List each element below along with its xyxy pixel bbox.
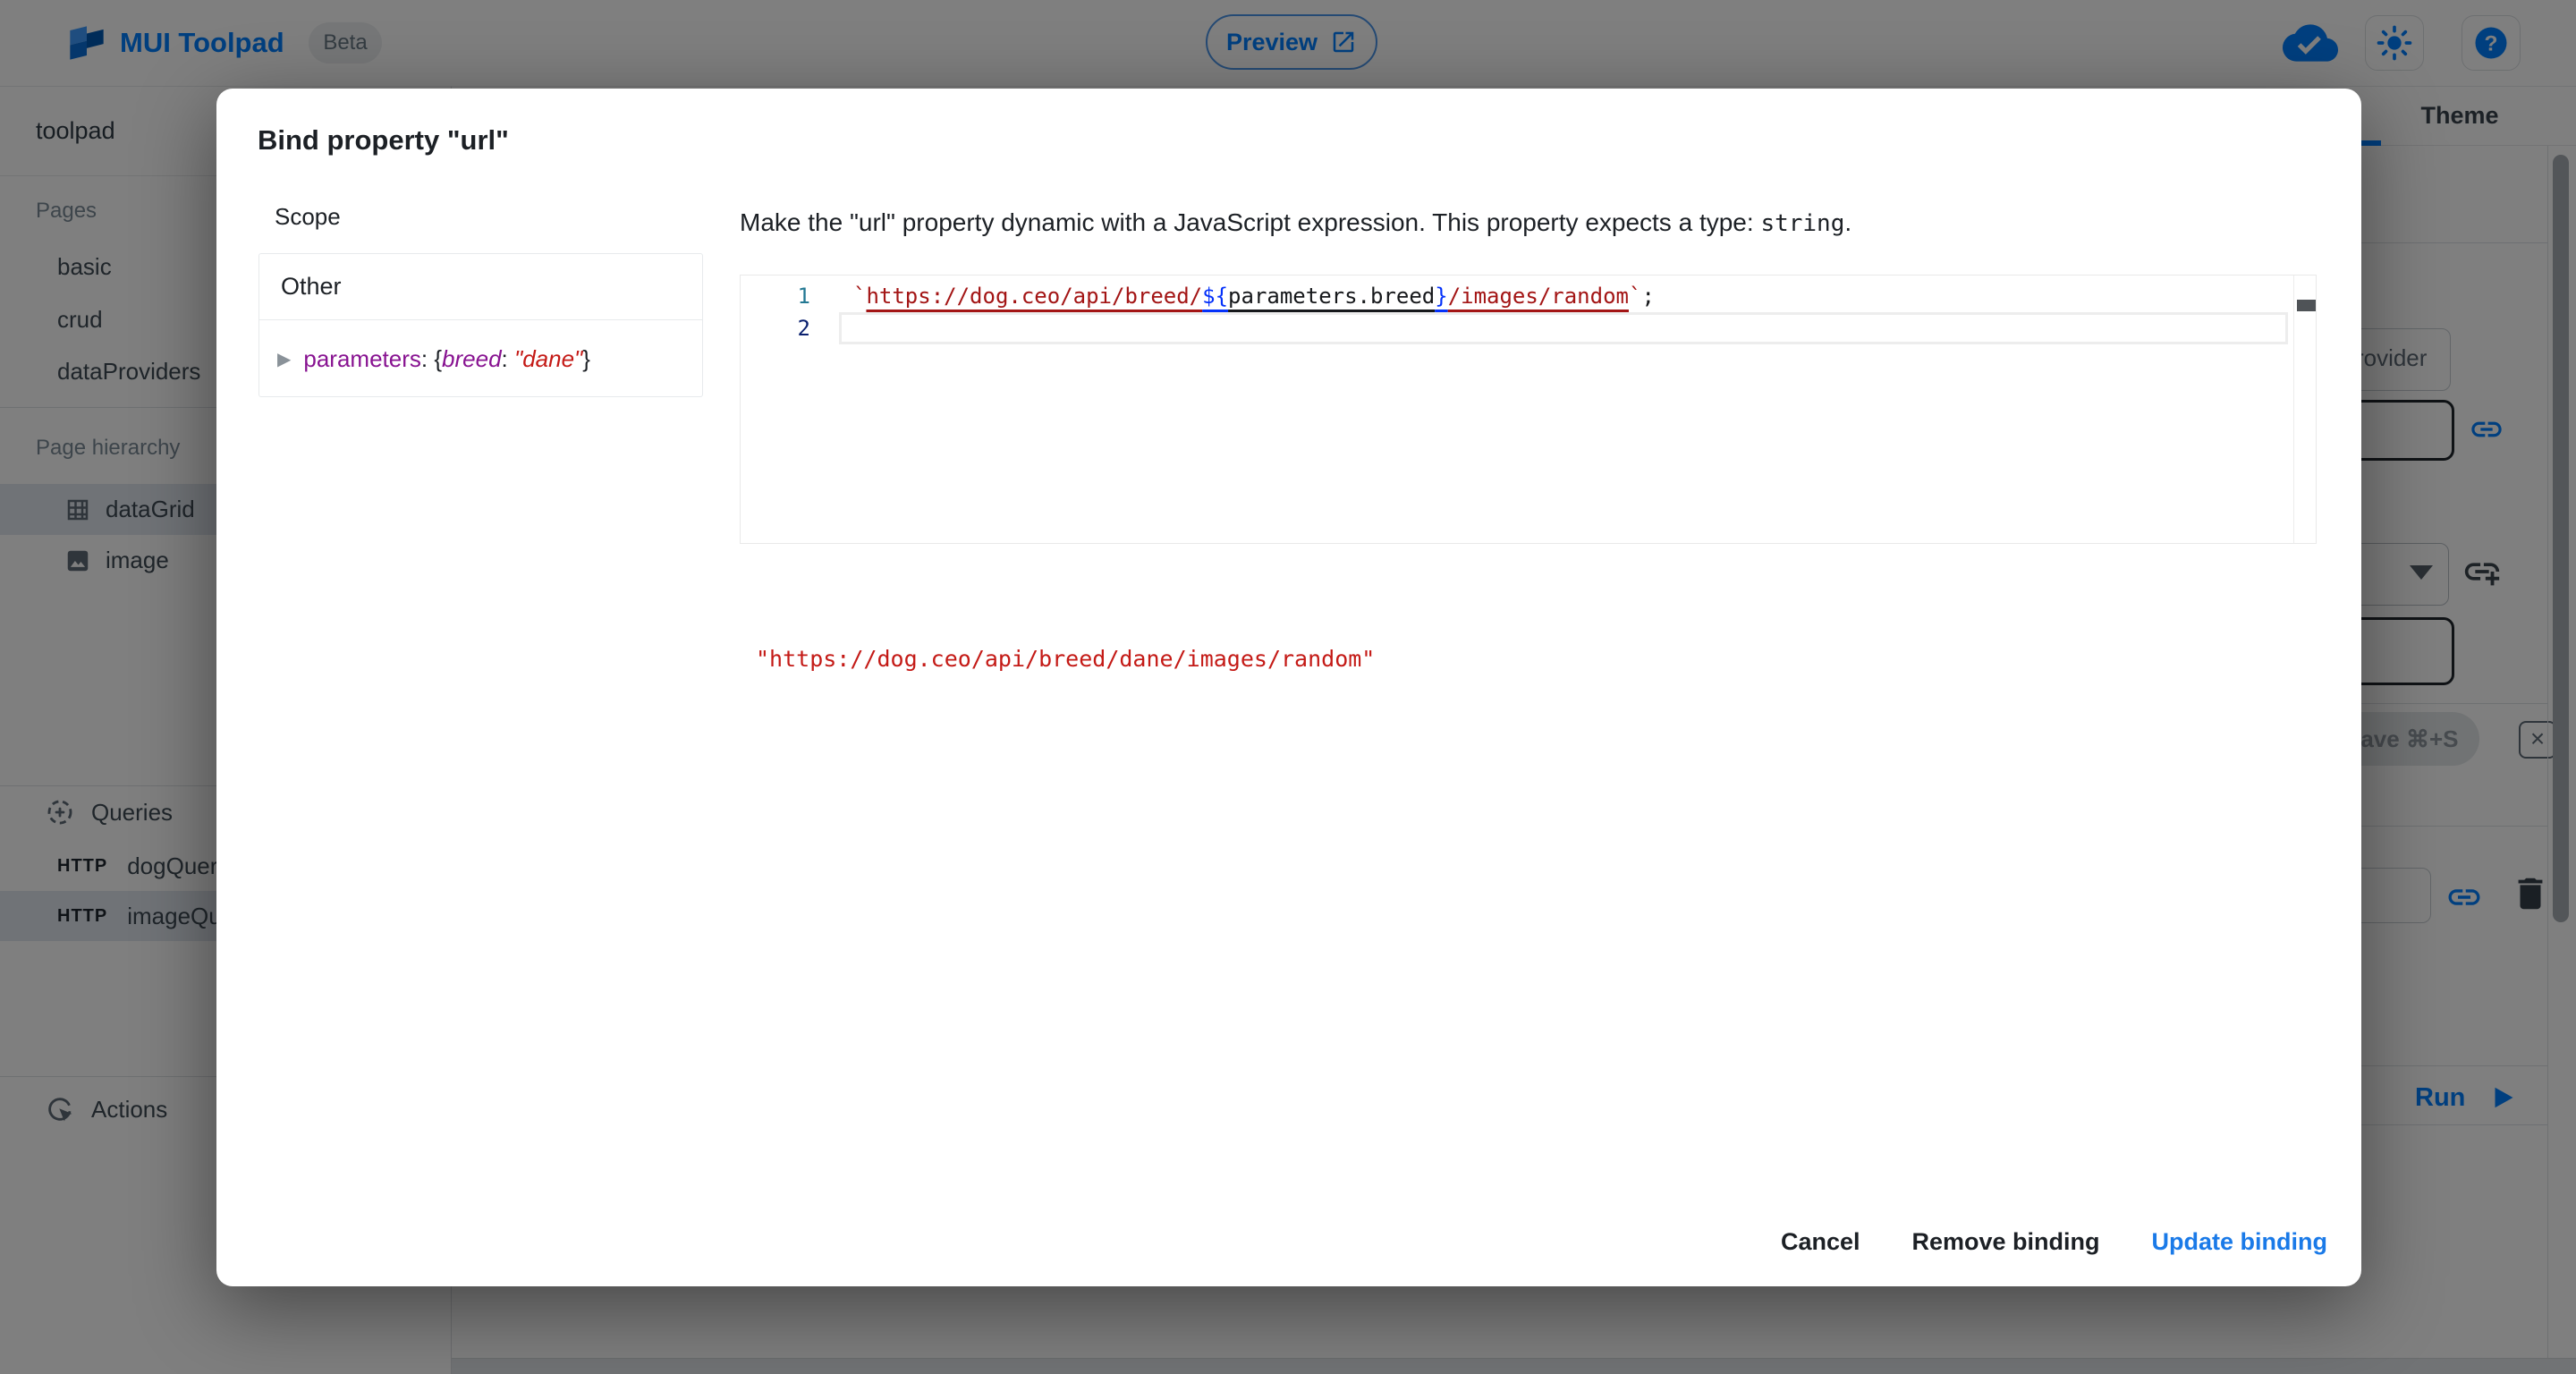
update-binding-button[interactable]: Update binding <box>2152 1228 2327 1256</box>
line-number: 1 <box>741 280 823 312</box>
line-number: 2 <box>741 312 823 344</box>
dialog-actions: Cancel Remove binding Update binding <box>216 1221 2361 1262</box>
scope-tree-item[interactable]: ▶ parameters: {breed: "dane"} <box>259 320 702 397</box>
scope-label: Scope <box>275 203 341 231</box>
js-expression-editor[interactable]: 1 2 `https://dog.ceo/api/breed/${paramet… <box>740 275 2317 544</box>
tree-expand-icon[interactable]: ▶ <box>277 348 291 370</box>
toolpad-app-screen: MUI Toolpad Beta Preview <box>0 0 2576 1374</box>
editor-scrollbar-gutter <box>2293 276 2294 543</box>
cancel-button[interactable]: Cancel <box>1781 1228 1860 1256</box>
dialog-description: Make the "url" property dynamic with a J… <box>740 205 2317 241</box>
bind-property-dialog: Bind property "url" Scope Other ▶ parame… <box>216 89 2361 1286</box>
code-line: `https://dog.ceo/api/breed/${parameters.… <box>853 280 1655 312</box>
scope-expression: parameters: {breed: "dane"} <box>303 345 590 373</box>
overview-ruler-mark <box>2297 300 2316 311</box>
evaluated-result: "https://dog.ceo/api/breed/dane/images/r… <box>756 643 1375 675</box>
scope-explorer: Other ▶ parameters: {breed: "dane"} <box>258 253 703 397</box>
current-line-highlight <box>839 312 2288 344</box>
scope-group-label: Other <box>259 254 702 320</box>
dialog-title: Bind property "url" <box>258 124 509 157</box>
expected-type: string <box>1760 210 1844 237</box>
remove-binding-button[interactable]: Remove binding <box>1912 1228 2100 1256</box>
